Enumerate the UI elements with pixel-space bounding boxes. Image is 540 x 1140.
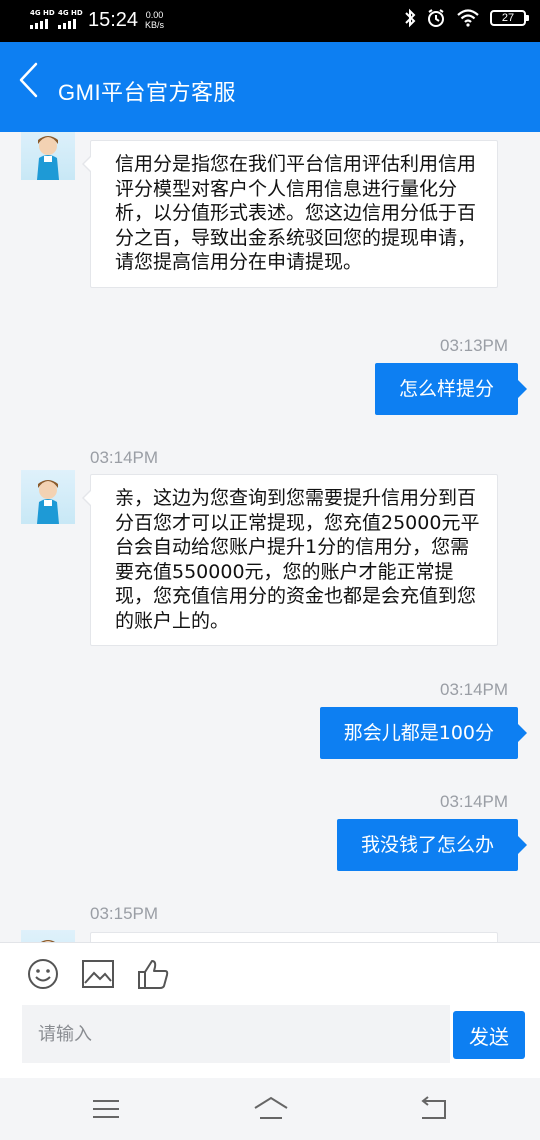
menu-button[interactable] — [90, 1094, 122, 1124]
service-avatar[interactable] — [21, 132, 75, 180]
service-avatar[interactable] — [21, 470, 75, 524]
sim2-signal-icon: 4G HD — [58, 9, 83, 29]
header: GMI平台官方客服 — [0, 42, 540, 132]
thumbs-up-icon — [138, 960, 169, 989]
sim1-signal-icon: 4G HD — [30, 9, 55, 29]
message-bubble-user: 怎么样提分 — [374, 363, 528, 415]
menu-icon — [93, 1100, 119, 1118]
message-bubble-service: 亲，这边为您查询到您需要提升信用分到百分百您才可以正常提现，您充值25000元平… — [82, 474, 498, 646]
home-button[interactable] — [252, 1094, 290, 1124]
emoji-button[interactable] — [26, 957, 60, 991]
network-speed-value: 0.00 — [145, 10, 164, 20]
network-speed-unit: KB/s — [145, 20, 165, 30]
network-speed: 0.00 KB/s — [145, 10, 164, 30]
message-bubble-user: 那会儿都是100分 — [319, 707, 528, 759]
status-bar: 4G HD 4G HD 15:24 0.00 KB/s 27 — [0, 0, 540, 42]
message-timestamp: 03:15PM — [90, 904, 159, 923]
chevron-left-icon — [19, 62, 38, 98]
alarm-icon — [428, 9, 444, 27]
battery-icon: 27 — [490, 10, 529, 26]
back-button[interactable] — [16, 60, 56, 104]
image-icon — [82, 960, 114, 988]
message-bubble-service — [90, 932, 498, 942]
message-timestamp: 03:14PM — [90, 448, 159, 467]
message-timestamp: 03:13PM — [440, 336, 509, 355]
wifi-icon — [457, 9, 479, 27]
status-icons: 27 — [404, 8, 529, 28]
image-button[interactable] — [81, 957, 115, 991]
back-nav-button[interactable] — [418, 1094, 450, 1124]
home-icon — [254, 1096, 288, 1119]
like-button[interactable] — [136, 957, 170, 991]
service-avatar[interactable] — [21, 930, 75, 942]
message-timestamp: 03:14PM — [440, 792, 509, 811]
page-title: GMI平台官方客服 — [58, 80, 237, 105]
message-input[interactable] — [22, 1005, 450, 1063]
chat-message-list[interactable]: 信用分是指您在我们平台信用评估利用信用评分模型对客户个人信用信息进行量化分析，以… — [0, 132, 540, 942]
status-time: 15:24 — [88, 9, 139, 31]
sim2-network-label: 4G HD — [58, 9, 83, 17]
message-timestamp: 03:14PM — [440, 680, 509, 699]
send-button[interactable]: 发送 — [453, 1011, 525, 1059]
emoji-icon — [28, 959, 58, 989]
input-bar: 发送 — [0, 942, 540, 1078]
message-bubble-service: 信用分是指您在我们平台信用评估利用信用评分模型对客户个人信用信息进行量化分析，以… — [82, 140, 498, 288]
sim1-network-label: 4G HD — [30, 9, 55, 17]
system-nav-bar — [0, 1078, 540, 1140]
message-bubble-user: 我没钱了怎么办 — [336, 819, 528, 871]
bluetooth-icon — [405, 8, 416, 28]
back-icon — [421, 1096, 446, 1119]
